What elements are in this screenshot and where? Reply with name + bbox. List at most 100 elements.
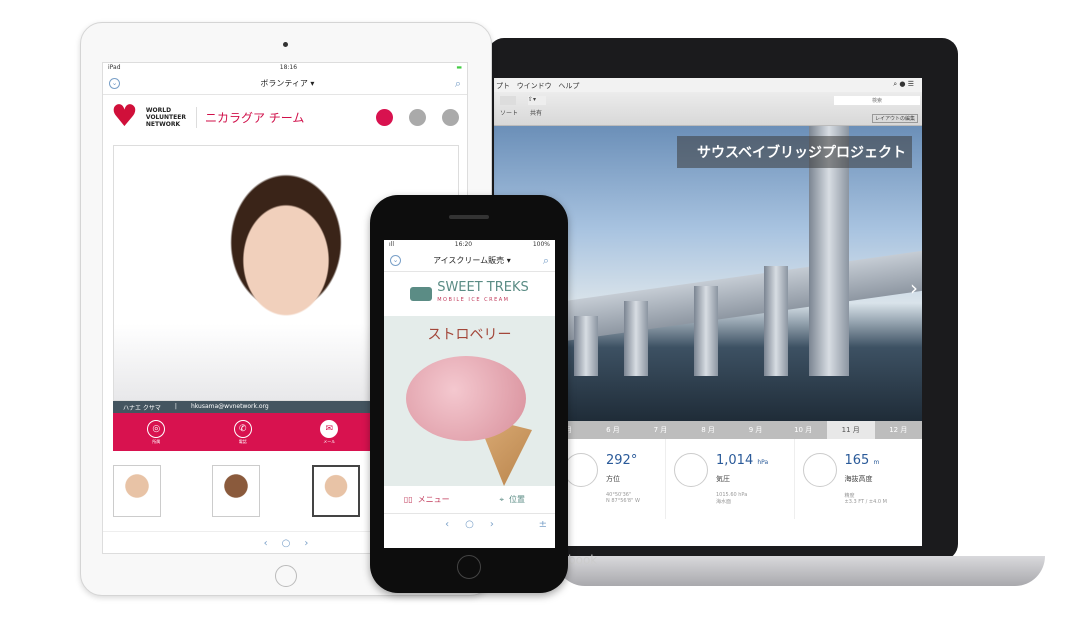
iphone-home-button[interactable] bbox=[457, 555, 481, 579]
badge-icon: ◎ bbox=[147, 419, 166, 438]
bridge-deck bbox=[564, 250, 922, 342]
forward-icon[interactable]: › bbox=[304, 538, 308, 549]
person-name: ハナエ クサマ bbox=[123, 405, 161, 412]
thumbnail[interactable] bbox=[113, 465, 161, 517]
month-tab-selected[interactable]: 11 月 bbox=[826, 421, 875, 439]
stat-value: 165 bbox=[844, 453, 870, 468]
org-name: WORLD VOLUNTEER NETWORK bbox=[146, 106, 197, 128]
stat-pressure: 1,014 hPa 気圧 1015.60 hPa 海水面 bbox=[666, 439, 795, 519]
stat-unit: m bbox=[873, 459, 880, 466]
pin-icon: ⌖ bbox=[499, 494, 504, 504]
menu-help[interactable]: ヘルプ bbox=[558, 82, 579, 90]
signal-icon: ıll bbox=[389, 241, 395, 248]
bridge-pillar bbox=[624, 301, 648, 376]
heart-globe-logo: ♥ bbox=[111, 99, 138, 134]
ipad-home-button[interactable] bbox=[275, 565, 297, 587]
flavor-card: ストロベリー bbox=[384, 316, 555, 486]
tab-bar: ▯▯ メニュー ⌖ 位置 bbox=[384, 486, 555, 514]
month-tab[interactable]: 6 月 bbox=[589, 421, 637, 439]
stat-label: 方位 bbox=[606, 475, 620, 483]
stat-value: 1,014 bbox=[716, 453, 754, 468]
thumbnail[interactable] bbox=[212, 465, 261, 517]
month-tab[interactable]: 12 月 bbox=[875, 421, 923, 439]
back-icon[interactable]: ‹ bbox=[445, 519, 449, 530]
brand-logo: SWEET TREKS MOBILE ICE CREAM bbox=[384, 272, 555, 316]
stat-label: 気圧 bbox=[716, 475, 730, 483]
bridge-pillar bbox=[574, 316, 598, 376]
home-icon[interactable]: ○ bbox=[282, 538, 291, 549]
month-tab[interactable]: 7 月 bbox=[637, 421, 685, 439]
chevron-down-icon[interactable]: ⌄ bbox=[109, 78, 120, 89]
stat-value: 292° bbox=[606, 453, 638, 468]
ice-cream-image bbox=[406, 356, 526, 441]
macbook-base bbox=[555, 556, 1045, 586]
map-icon[interactable] bbox=[409, 108, 426, 126]
back-icon[interactable]: ‹ bbox=[264, 538, 268, 549]
edit-layout-button[interactable]: レイアウトの編集 bbox=[871, 114, 918, 123]
toolbar: ソート ⇧▾ 共有 レイアウトの編集 bbox=[494, 92, 922, 126]
share-button[interactable]: ⇧▾ bbox=[528, 96, 546, 105]
sort-button[interactable] bbox=[500, 96, 516, 105]
clock: 16:20 bbox=[454, 241, 473, 248]
ipad-camera bbox=[283, 42, 288, 47]
search-icon[interactable]: ⌕ ● ☰ bbox=[893, 80, 914, 89]
search-input[interactable] bbox=[834, 96, 920, 105]
stat-sub: 精度 bbox=[844, 493, 855, 499]
battery: 100% bbox=[532, 241, 550, 248]
book-icon: ▯▯ bbox=[403, 495, 413, 504]
month-tab[interactable]: 8 月 bbox=[684, 421, 732, 439]
home-icon[interactable]: ○ bbox=[465, 519, 474, 530]
iphone-speaker bbox=[449, 215, 489, 219]
next-arrow-icon[interactable]: › bbox=[910, 276, 918, 300]
bridge-pillar bbox=[764, 266, 788, 376]
bridge-pillar bbox=[694, 286, 718, 376]
carrier: iPad bbox=[108, 64, 121, 71]
org-header: ♥ WORLD VOLUNTEER NETWORK ニカラグア チーム bbox=[103, 95, 467, 139]
chevron-down-icon[interactable]: ⌄ bbox=[390, 255, 401, 266]
sort-label: ソート bbox=[500, 110, 519, 117]
nav-bar: ⌄ ボランティア ▾ ⌕ bbox=[103, 73, 467, 95]
truck-icon bbox=[410, 287, 433, 301]
month-tab[interactable]: 10 月 bbox=[779, 421, 827, 439]
stat-sub: ±3.3 FT / ±4.0 M bbox=[844, 499, 887, 505]
tab-menu[interactable]: ▯▯ メニュー bbox=[384, 486, 470, 513]
search-icon[interactable]: ⌕ bbox=[543, 254, 549, 268]
plus-minus-icon[interactable]: ± bbox=[539, 519, 547, 530]
stat-sub: N 87°56'8" W bbox=[606, 498, 640, 504]
gauge-icon bbox=[674, 453, 708, 487]
share-label: 共有 bbox=[530, 110, 543, 117]
nav-title[interactable]: アイスクリーム販売 ▾ bbox=[433, 255, 511, 266]
menu-bar: プト ウインドウ ヘルプ ⌕ ● ☰ bbox=[494, 78, 922, 92]
phone-button[interactable]: ✆ 電話 bbox=[233, 419, 252, 445]
stat-altitude: 165 m 海抜高度 精度 ±3.3 FT / ±4.0 M bbox=[795, 439, 923, 519]
stat-unit: hPa bbox=[757, 459, 769, 466]
macbook-label: book bbox=[568, 553, 598, 567]
network-icon[interactable] bbox=[376, 108, 393, 126]
menu-window[interactable]: ウインドウ bbox=[517, 82, 552, 90]
status-bar: iPad 18:16 ▬ bbox=[103, 63, 467, 73]
tab-location[interactable]: ⌖ 位置 bbox=[470, 486, 556, 513]
nav-bar: ⌄ アイスクリーム販売 ▾ ⌕ bbox=[384, 250, 555, 272]
thumbnail-selected[interactable] bbox=[311, 465, 360, 517]
status-bar: ıll 16:20 100% bbox=[384, 240, 555, 250]
mail-button[interactable]: ✉ メール bbox=[320, 419, 339, 445]
search-icon[interactable]: ⌕ bbox=[455, 77, 461, 91]
forward-icon[interactable]: › bbox=[490, 519, 494, 530]
affiliation-button[interactable]: ◎ 所属 bbox=[147, 419, 166, 445]
mail-icon: ✉ bbox=[320, 419, 339, 438]
compass-icon[interactable] bbox=[442, 108, 459, 126]
compass-icon bbox=[564, 453, 598, 487]
nav-title[interactable]: ボランティア ▾ bbox=[260, 78, 314, 89]
project-title: サウスベイブリッジプロジェクト bbox=[676, 136, 912, 168]
battery-icon: ▬ bbox=[456, 64, 462, 71]
phone-icon: ✆ bbox=[233, 419, 252, 438]
menu-script[interactable]: プト bbox=[496, 82, 510, 90]
flavor-title: ストロベリー bbox=[427, 327, 512, 343]
page-nav: ‹ ○ › ± bbox=[384, 514, 555, 534]
person-email[interactable]: hkusama@wvnetwork.org bbox=[191, 403, 269, 411]
team-title: ニカラグア チーム bbox=[204, 110, 305, 125]
mountain-icon bbox=[802, 453, 837, 487]
month-tab[interactable]: 9 月 bbox=[732, 421, 780, 439]
clock: 18:16 bbox=[279, 64, 298, 71]
iphone-screen: ıll 16:20 100% ⌄ アイスクリーム販売 ▾ ⌕ SWEET TREKS… bbox=[384, 240, 555, 548]
